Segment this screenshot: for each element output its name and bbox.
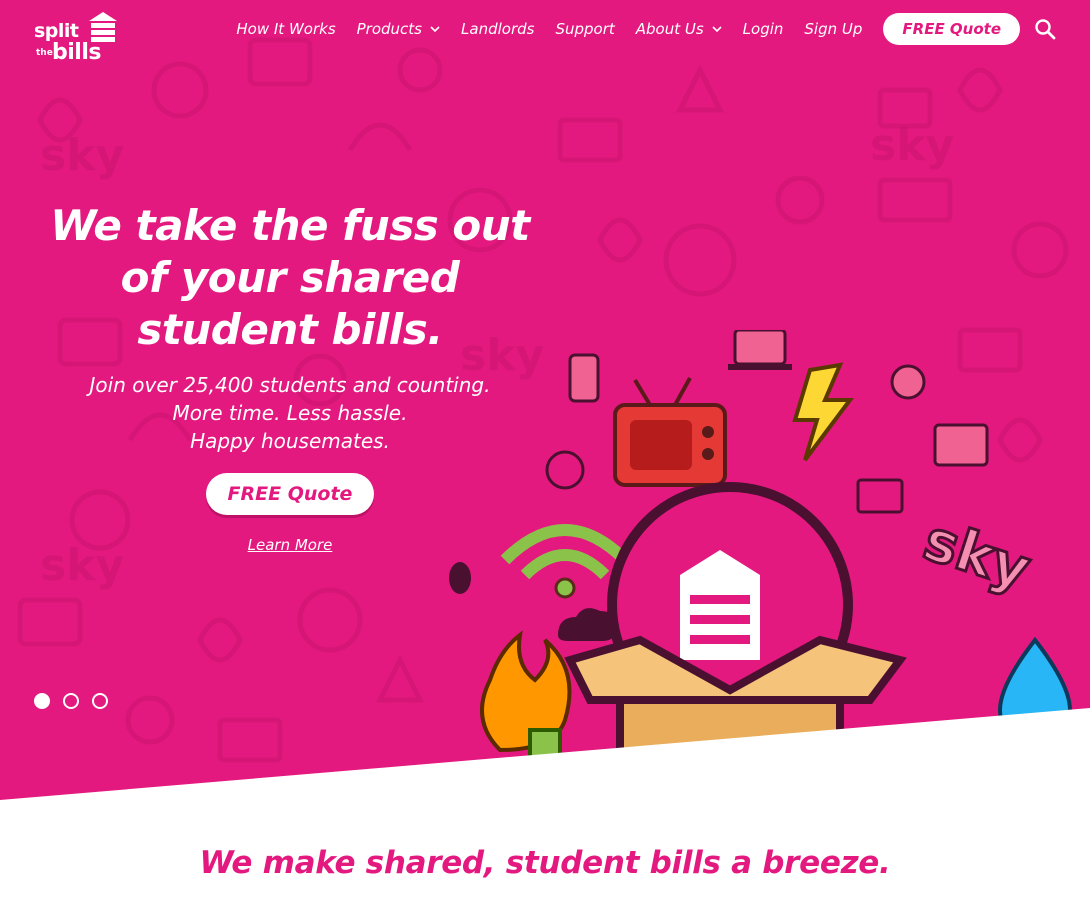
carousel-dot-2[interactable] [63, 693, 79, 709]
carousel-dot-1[interactable] [34, 693, 50, 709]
wifi-icon [500, 524, 630, 599]
disc-icon [545, 450, 585, 490]
svg-text:sky: sky [40, 130, 124, 181]
svg-text:sky: sky [40, 540, 124, 591]
hero-headline: We take the fuss out of your shared stud… [50, 201, 530, 354]
video-icon [933, 423, 989, 467]
svg-text:sky: sky [870, 120, 954, 171]
house-logo-icon [89, 12, 117, 42]
laptop-icon [728, 330, 792, 370]
learn-more-link[interactable]: Learn More [190, 536, 390, 554]
nav-label: About Us [635, 20, 704, 38]
nav-landlords[interactable]: Landlords [461, 20, 534, 38]
box-with-house-icon [564, 482, 907, 784]
nav-how-it-works[interactable]: How It Works [236, 20, 335, 38]
hero-subline-3: Happy housemates. [190, 429, 390, 453]
nav-sign-up[interactable]: Sign Up [804, 20, 862, 38]
free-quote-hero-button[interactable]: FREE Quote [206, 473, 374, 515]
hero-banner: sky sky sky sky sky split the bills How … [0, 0, 1090, 800]
search-icon[interactable] [1034, 18, 1056, 40]
mouse-icon [449, 562, 471, 594]
nav-label: Sign Up [804, 20, 863, 38]
chevron-down-icon [712, 26, 722, 33]
monitor-icon [856, 478, 904, 514]
nav-label: How It Works [236, 20, 336, 38]
water-drop-icon [997, 636, 1073, 747]
hero-subline-2: More time. Less hassle. [172, 401, 408, 425]
chat-icon [890, 364, 926, 400]
nav-support[interactable]: Support [555, 20, 614, 38]
carousel-dots [34, 693, 121, 709]
nav-products[interactable]: Products [357, 20, 440, 38]
lightning-icon [792, 362, 854, 462]
site-logo[interactable]: split the bills [34, 12, 118, 70]
carousel-dot-3[interactable] [92, 693, 108, 709]
sky-logo: sky [916, 508, 1038, 603]
nav-label: Products [356, 20, 423, 38]
phone-icon [568, 353, 600, 403]
nav-label: Support [555, 20, 615, 38]
logo-text-split: split [34, 20, 79, 42]
nav-label: Landlords [461, 20, 535, 38]
tv-icon [613, 377, 727, 487]
nav-login[interactable]: Login [743, 20, 784, 38]
nav-label: Login [742, 20, 784, 38]
free-quote-nav-button[interactable]: FREE Quote [883, 13, 1020, 45]
chevron-down-icon [430, 26, 440, 33]
main-nav: How It Works Products Landlords Support … [236, 13, 1074, 45]
hero-subheadline: Join over 25,400 students and counting. … [40, 371, 540, 455]
hero-subline-1: Join over 25,400 students and counting. [89, 373, 491, 397]
logo-text-the: the [36, 48, 53, 58]
nav-about-us[interactable]: About Us [636, 20, 722, 38]
section-tagline: We make shared, student bills a breeze. [199, 845, 891, 881]
